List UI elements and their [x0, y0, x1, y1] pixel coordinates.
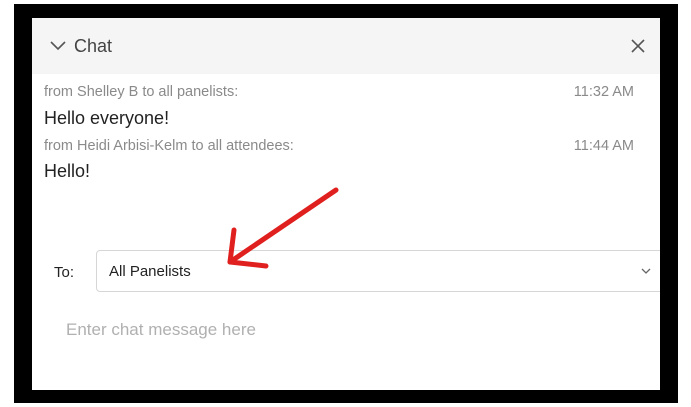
recipient-select[interactable]: All Panelists — [96, 250, 660, 292]
message-meta: from Shelley B to all panelists: — [44, 84, 239, 100]
screenshot-frame: Chat from Shelley B to all panelists: 11… — [14, 4, 678, 403]
message-time: 11:32 AM — [573, 84, 634, 100]
message-meta: from Heidi Arbisi-Kelm to all attendees: — [44, 138, 294, 154]
chat-panel: Chat from Shelley B to all panelists: 11… — [32, 18, 660, 390]
chat-title: Chat — [74, 36, 113, 56]
chevron-down-icon[interactable] — [48, 36, 68, 56]
recipient-value: All Panelists — [109, 263, 191, 280]
chat-message-input[interactable] — [54, 312, 644, 348]
close-icon[interactable] — [628, 36, 648, 56]
message-text: Hello everyone! — [44, 108, 170, 128]
message-text: Hello! — [44, 161, 91, 181]
to-label: To: — [54, 264, 75, 281]
message-time: 11:44 AM — [573, 138, 634, 154]
chat-header: Chat — [32, 18, 660, 74]
chevron-down-icon — [641, 268, 651, 274]
